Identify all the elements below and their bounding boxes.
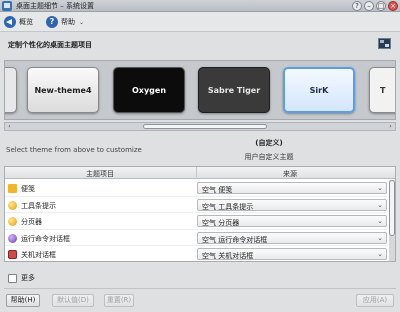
defaults-button[interactable]: 默认值(D) xyxy=(52,294,94,307)
chevron-down-icon: ⌄ xyxy=(377,184,383,192)
more-checkbox-row[interactable]: 更多 xyxy=(8,273,35,283)
chevron-down-icon: ⌄ xyxy=(377,250,383,258)
window-title: 桌面主题细节 – 系统设置 xyxy=(16,2,94,10)
row-item-name: 分页器 xyxy=(21,218,42,226)
custom-theme-title: (自定义) xyxy=(255,139,283,147)
table-row[interactable]: 工具条提示 空气 工具条提示 ⌄ xyxy=(5,197,387,213)
chevron-down-icon: ⌄ xyxy=(377,217,383,225)
apply-button[interactable]: 应用(A) xyxy=(356,294,394,307)
theme-card-partial[interactable]: T xyxy=(369,67,395,113)
app-icon xyxy=(2,1,12,11)
theme-card-oxygen[interactable]: Oxygen xyxy=(113,67,185,113)
toolbar: 概览 ? 帮助 ⌄ xyxy=(0,12,400,32)
more-label: 更多 xyxy=(21,274,35,282)
scrollbar-thumb[interactable] xyxy=(143,124,267,129)
help-label: 帮助 xyxy=(61,18,75,26)
table-row[interactable]: 分页器 空气 分页器 ⌄ xyxy=(5,213,387,230)
source-select[interactable]: 空气 工具条提示 ⌄ xyxy=(197,198,387,211)
theme-items-table: 主题项目 来源 便笺 空气 便笺 ⌄ 工具条提示 空气 工具条提示 ⌄ 分页器 … xyxy=(4,166,396,262)
table-row[interactable]: 运行命令对话框 空气 运行命令对话框 ⌄ xyxy=(5,230,387,246)
row-item-name: 便笺 xyxy=(21,185,35,193)
source-select[interactable]: 空气 便笺 ⌄ xyxy=(197,182,387,194)
window-help-button[interactable]: ? xyxy=(352,1,362,11)
help-icon: ? xyxy=(46,16,58,28)
row-item-name: 关机对话框 xyxy=(21,251,56,259)
theme-card-sabre-tiger[interactable]: Sabre Tiger xyxy=(198,67,270,113)
source-select-value: 空气 关机对话框 xyxy=(202,252,254,260)
run-command-icon xyxy=(8,233,17,243)
footer-divider xyxy=(4,288,396,289)
source-select[interactable]: 空气 关机对话框 ⌄ xyxy=(197,248,387,260)
table-rows: 便笺 空气 便笺 ⌄ 工具条提示 空气 工具条提示 ⌄ 分页器 空气 分页器 ⌄ xyxy=(5,180,387,261)
window-maximize-button[interactable]: □ xyxy=(376,1,386,11)
custom-theme-subtitle: 用户自定义主题 xyxy=(244,153,294,161)
reset-button[interactable]: 重置(R) xyxy=(104,294,134,307)
source-select-value: 空气 运行命令对话框 xyxy=(202,235,268,244)
overview-label: 概览 xyxy=(19,18,33,26)
window-close-button[interactable]: × xyxy=(388,1,398,11)
source-select[interactable]: 空气 运行命令对话框 ⌄ xyxy=(197,231,387,244)
page-heading: 定制个性化的桌面主题项目 xyxy=(8,41,92,49)
table-row[interactable]: 关机对话框 空气 关机对话框 ⌄ xyxy=(5,246,387,261)
theme-card-sirk[interactable]: SirK xyxy=(283,67,355,113)
chevron-down-icon: ⌄ xyxy=(377,200,383,209)
table-vertical-scrollbar[interactable] xyxy=(389,180,395,261)
scroll-right-arrow-icon[interactable]: › xyxy=(386,123,395,130)
source-select[interactable]: 空气 分页器 ⌄ xyxy=(197,215,387,227)
chevron-down-icon: ⌄ xyxy=(377,233,383,242)
select-theme-hint: Select theme from above to customize xyxy=(6,146,142,154)
column-header-source[interactable]: 来源 xyxy=(197,169,383,179)
shutdown-icon xyxy=(8,250,17,259)
more-checkbox[interactable] xyxy=(8,273,17,283)
row-item-name: 工具条提示 xyxy=(21,201,56,210)
table-row[interactable]: 便笺 空气 便笺 ⌄ xyxy=(5,180,387,197)
source-select-value: 空气 工具条提示 xyxy=(202,202,254,211)
theme-card[interactable] xyxy=(5,67,17,113)
row-item-name: 运行命令对话框 xyxy=(21,234,70,243)
desktop-theme-icon xyxy=(378,38,391,49)
window-titlebar: 桌面主题细节 – 系统设置 ? – □ × xyxy=(0,0,400,12)
splitter-icon xyxy=(8,217,17,226)
help-menu-button[interactable]: ? 帮助 ⌄ xyxy=(46,14,84,30)
source-select-value: 空气 便笺 xyxy=(202,186,233,194)
table-header: 主题项目 来源 xyxy=(5,167,395,179)
back-arrow-icon xyxy=(4,16,16,28)
folder-icon xyxy=(8,184,17,193)
tooltip-icon xyxy=(8,200,17,210)
overview-button[interactable]: 概览 xyxy=(4,14,33,30)
theme-selector-strip: New-theme4 Oxygen Sabre Tiger SirK T xyxy=(4,60,396,120)
scrollbar-thumb[interactable] xyxy=(389,180,395,236)
source-select-value: 空气 分页器 xyxy=(202,219,240,227)
help-button[interactable]: 帮助(H) xyxy=(6,294,40,307)
theme-card-new-theme4[interactable]: New-theme4 xyxy=(27,67,99,113)
scroll-left-arrow-icon[interactable]: ‹ xyxy=(5,123,14,130)
theme-horizontal-scrollbar[interactable]: ‹ › xyxy=(4,122,396,131)
column-header-item[interactable]: 主题项目 xyxy=(5,169,195,179)
chevron-down-icon: ⌄ xyxy=(79,18,85,26)
window-minimize-button[interactable]: – xyxy=(364,1,374,11)
